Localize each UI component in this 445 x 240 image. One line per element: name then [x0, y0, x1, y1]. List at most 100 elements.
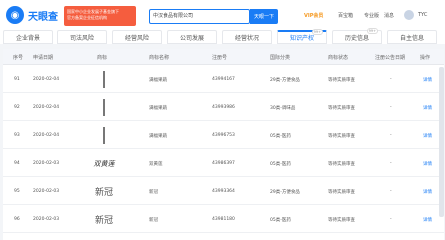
cell-status: 等待实质审查 [328, 105, 355, 111]
cell-index: 91 [14, 77, 20, 82]
cell-reg-no: 43993986 [212, 105, 235, 110]
table-row[interactable]: 95 2020-02-03 新冠 新冠 43993364 29类-方便食品 等待… [3, 178, 444, 205]
tab-label: 经营状况 [234, 34, 259, 42]
cell-mark-name: 新冠 [149, 189, 158, 195]
cell-index: 94 [14, 161, 20, 166]
cell-reg-no: 43993364 [212, 189, 235, 194]
search-button-label: 天眼一下 [253, 14, 274, 20]
avatar[interactable] [404, 10, 414, 20]
cell-mark-name: 新冠 [149, 217, 158, 223]
detail-link[interactable]: 详情 [423, 178, 432, 205]
table-row[interactable]: 91 2020-02-04 满福果蔬 43994167 29类-方便食品 等待实… [3, 66, 444, 93]
trademark-image-text: 新冠 [94, 216, 113, 226]
col-mark-name: 商标名称 [149, 54, 170, 61]
cell-status: 等待实质审查 [328, 133, 355, 139]
cell-date: 2020-02-04 [33, 133, 60, 138]
detail-link[interactable]: 详情 [423, 206, 432, 233]
tab-business-status[interactable]: 经营状况 [222, 30, 272, 44]
trademark-image[interactable]: 新冠 [91, 181, 117, 202]
cell-pub-date: - [390, 161, 392, 166]
tab-company-development[interactable]: 公司发展 [167, 30, 217, 44]
tab-judicial-risk[interactable]: 司法风险 [57, 30, 107, 44]
col-intl-class: 国际分类 [270, 54, 291, 61]
trademark-vertical-text-icon [103, 71, 105, 88]
table-row[interactable]: 92 2020-02-04 满福果蔬 43993986 30类-调味品 等待实质… [3, 94, 444, 121]
nav-toolbox[interactable]: 百宝箱 [338, 12, 353, 19]
trademark-table: 序号 申请日期 商标 商标名称 注册号 国际分类 商标状态 注册公告日期 操作 … [3, 49, 444, 240]
scrollbar[interactable] [439, 67, 444, 217]
nav-user[interactable]: TYC [418, 12, 427, 18]
tab-label: 知识产权 [289, 35, 314, 42]
col-apply-date: 申请日期 [33, 54, 54, 61]
trademark-vertical-text-icon [103, 99, 105, 116]
cell-intl-class: 05类-医药 [270, 161, 291, 167]
nav-pro[interactable]: 专业版 [364, 12, 379, 19]
search-input[interactable]: 中汉食品有限公司 [149, 9, 250, 24]
trademark-image[interactable] [91, 69, 117, 90]
cell-date: 2020-02-04 [33, 77, 60, 82]
col-status: 商标状态 [328, 54, 349, 61]
detail-link[interactable]: 详情 [423, 150, 432, 177]
logo[interactable]: ◉ 天眼查 [6, 6, 58, 24]
ad-banner[interactable]: 国家中小企业发展子基金旗下 官方备案企业征信机构 [64, 6, 136, 26]
cell-intl-class: 05类-医药 [270, 217, 291, 223]
cell-reg-no: 43981180 [212, 217, 235, 222]
cell-index: 95 [14, 189, 20, 194]
trademark-image[interactable] [91, 125, 117, 146]
col-actions: 操作 [420, 54, 431, 61]
cell-status: 等待实质审查 [328, 161, 355, 167]
cell-index: 96 [14, 217, 20, 222]
cell-pub-date: - [390, 133, 392, 138]
trademark-image[interactable] [91, 97, 117, 118]
cell-status: 等待实质审查 [328, 217, 355, 223]
tab-self-info[interactable]: 自主信息 [387, 30, 437, 44]
search-button[interactable]: 天眼一下 [250, 9, 278, 24]
table-row[interactable]: 96 2020-02-03 新冠 新冠 43981180 05类-医药 等待实质… [3, 206, 444, 233]
cell-mark-name: 满福果蔬 [149, 77, 167, 83]
cell-date: 2020-02-03 [33, 161, 60, 166]
trademark-image-text: 双黄莲 [93, 159, 115, 168]
cell-pub-date: - [390, 189, 392, 194]
detail-link[interactable]: 详情 [423, 66, 432, 93]
tab-badge: 99+ [311, 29, 323, 35]
cell-mark-name: 满福果蔬 [149, 133, 167, 139]
nav-vip[interactable]: VIP会员 [304, 12, 323, 19]
cell-status: 等待实质审查 [328, 77, 355, 83]
cell-mark-name: 双黄莲 [149, 161, 163, 167]
table-header: 序号 申请日期 商标 商标名称 注册号 国际分类 商标状态 注册公告日期 操作 [3, 49, 444, 65]
trademark-image[interactable]: 双黄莲 [91, 153, 117, 174]
cell-reg-no: 43994167 [212, 77, 235, 82]
cell-status: 等待实质审查 [328, 189, 355, 195]
cell-pub-date: - [390, 77, 392, 82]
tab-label: 公司发展 [179, 34, 204, 42]
tab-label: 司法风险 [69, 34, 94, 42]
table-row[interactable]: 94 2020-02-03 双黄莲 双黄莲 43986397 05类-医药 等待… [3, 150, 444, 177]
cell-intl-class: 29类-方便食品 [270, 77, 300, 83]
trademark-image-text: 新冠 [94, 188, 113, 198]
tab-label: 经营风险 [124, 34, 149, 42]
tab-intellectual-property[interactable]: 知识产权 99+ [277, 29, 327, 44]
nav-messages[interactable]: 消息 [384, 12, 394, 19]
col-index: 序号 [13, 54, 24, 61]
cell-intl-class: 05类-医药 [270, 133, 291, 139]
cell-index: 92 [14, 105, 20, 110]
cell-reg-no: 43996753 [212, 133, 235, 138]
table-row[interactable]: 93 2020-02-04 满福果蔬 43996753 05类-医药 等待实质审… [3, 122, 444, 149]
tab-label: 企业背景 [15, 34, 40, 42]
tab-enterprise-background[interactable]: 企业背景 [3, 30, 53, 44]
trademark-image[interactable]: 新冠 [91, 209, 117, 230]
tab-label: 历史信息 [344, 34, 369, 42]
cell-date: 2020-02-04 [33, 105, 60, 110]
tab-history-info[interactable]: 历史信息 99+ [332, 28, 382, 44]
logo-text: 天眼查 [28, 11, 58, 23]
col-mark: 商标 [97, 54, 108, 61]
detail-link[interactable]: 详情 [423, 122, 432, 149]
cell-date: 2020-02-03 [33, 189, 60, 194]
tab-operating-risk[interactable]: 经营风险 [112, 30, 162, 44]
detail-link[interactable]: 详情 [423, 94, 432, 121]
cell-pub-date: - [390, 105, 392, 110]
col-reg-no: 注册号 [212, 54, 228, 61]
trademark-vertical-text-icon [103, 127, 105, 144]
cell-date: 2020-02-03 [33, 217, 60, 222]
cell-mark-name: 满福果蔬 [149, 105, 167, 111]
